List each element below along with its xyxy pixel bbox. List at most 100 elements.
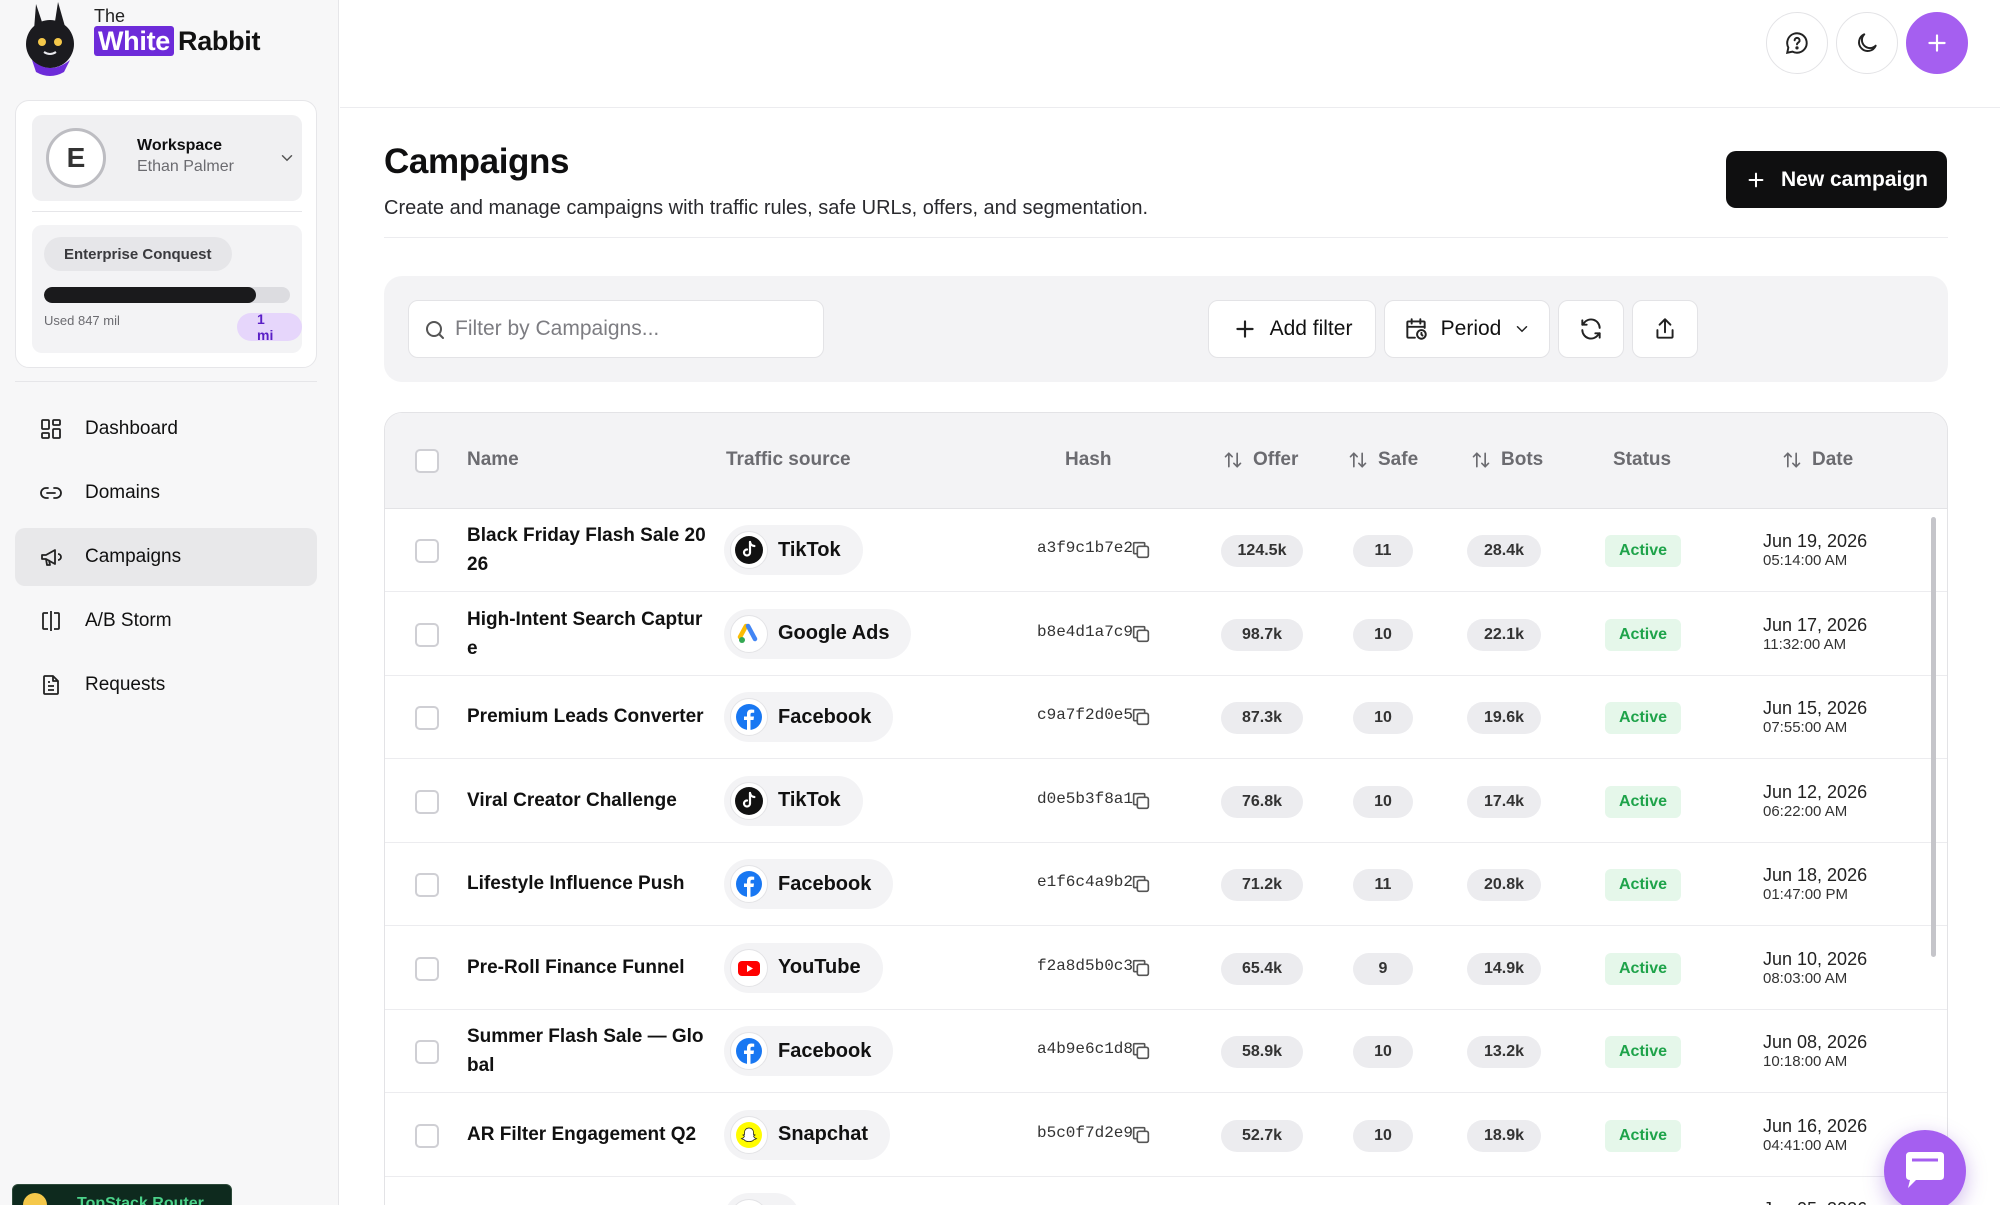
- bots-count: 17.4k: [1467, 785, 1541, 818]
- bots-count: 13.2k: [1467, 1036, 1541, 1068]
- table-row[interactable]: High-Intent Search Capture Google Ads b8e4…: [385, 593, 1947, 676]
- campaign-name[interactable]: Black Friday Flash Sale 2026: [467, 521, 707, 579]
- table-row[interactable]: Performance Max — SuJun 05, 2026: [385, 1177, 1947, 1205]
- help-button[interactable]: [1766, 12, 1828, 74]
- campaign-name[interactable]: Premium Leads Converter: [467, 702, 707, 731]
- campaign-name[interactable]: Summer Flash Sale — Global: [467, 1022, 707, 1080]
- campaign-name[interactable]: Viral Creator Challenge: [467, 786, 707, 815]
- sidebar-item-domains[interactable]: Domains: [15, 464, 317, 522]
- sort-icon: [1472, 452, 1490, 468]
- row-checkbox[interactable]: [415, 789, 439, 814]
- campaign-name[interactable]: Lifestyle Influence Push: [467, 869, 707, 898]
- copy-icon[interactable]: [1130, 873, 1152, 895]
- traffic-source-label: TikTok: [778, 789, 841, 811]
- copy-icon[interactable]: [1130, 623, 1152, 645]
- column-traffic-source[interactable]: Traffic source: [726, 449, 851, 471]
- safe-count: 10: [1353, 785, 1413, 818]
- traffic-source-pill: TikTok: [724, 775, 863, 826]
- column-bots[interactable]: Bots: [1471, 449, 1543, 471]
- column-offer[interactable]: Offer: [1223, 449, 1298, 471]
- refresh-button[interactable]: [1558, 300, 1624, 358]
- workspace-switcher[interactable]: E Workspace Ethan Palmer: [32, 115, 302, 201]
- facebook-icon: [730, 698, 768, 736]
- period-dropdown[interactable]: Period: [1384, 300, 1550, 358]
- bots-count: 22.1k: [1467, 618, 1541, 651]
- sidebar: The White Rabbit E Workspace Ethan Palmer…: [0, 0, 339, 1205]
- table-row[interactable]: Black Friday Flash Sale 2026 TikTok a3f9c1…: [385, 509, 1947, 592]
- status-badge: Active: [1605, 869, 1682, 901]
- new-campaign-label: New campaign: [1780, 167, 1929, 191]
- row-checkbox[interactable]: [415, 1040, 439, 1064]
- bots-count: 18.9k: [1467, 1119, 1541, 1152]
- table-row[interactable]: Lifestyle Influence Push Facebook e1f6c4a9…: [385, 843, 1947, 926]
- table-row[interactable]: Pre-Roll Finance Funnel YouTube f2a8d5b0c3…: [385, 927, 1947, 1010]
- create-button[interactable]: [1906, 12, 1968, 74]
- moon-icon: [1858, 33, 1877, 52]
- brand-logo[interactable]: The White Rabbit: [14, 0, 314, 80]
- campaign-name[interactable]: High-Intent Search Capture: [467, 605, 707, 663]
- safe-count: 11: [1353, 535, 1413, 567]
- table-row[interactable]: Premium Leads Converter Facebook c9a7f2d0e…: [385, 676, 1947, 759]
- traffic-source-pill: Facebook: [724, 859, 894, 909]
- sidebar-item-ab-storm[interactable]: A/B Storm: [15, 592, 317, 650]
- sidebar-item-label: Requests: [85, 674, 166, 695]
- column-name[interactable]: Name: [467, 449, 519, 471]
- copy-icon[interactable]: [1130, 1124, 1152, 1146]
- column-status[interactable]: Status: [1613, 449, 1671, 471]
- copy-icon[interactable]: [1130, 706, 1152, 728]
- campaign-date: Jun 18, 2026 01:47:00 PM: [1763, 865, 1868, 903]
- usage-text: Used 847 mil: [44, 313, 120, 328]
- plus-icon: [1235, 320, 1254, 338]
- row-checkbox[interactable]: [415, 706, 439, 730]
- table-row[interactable]: Summer Flash Sale — Global Facebook a4b9e6…: [385, 1010, 1947, 1093]
- copy-icon[interactable]: [1130, 539, 1152, 561]
- sidebar-item-campaigns[interactable]: Campaigns: [15, 528, 317, 586]
- sort-icon: [1783, 452, 1801, 468]
- copy-icon[interactable]: [1130, 957, 1152, 979]
- row-checkbox[interactable]: [415, 873, 439, 897]
- traffic-source-pill: YouTube: [724, 942, 883, 993]
- row-checkbox[interactable]: [415, 956, 439, 981]
- plan-badge: Enterprise Conquest: [44, 237, 232, 271]
- select-all-checkbox[interactable]: [415, 449, 439, 473]
- chat-widget-button[interactable]: [1884, 1130, 1966, 1205]
- copy-icon[interactable]: [1130, 790, 1152, 812]
- bots-count: 20.8k: [1467, 869, 1541, 901]
- bots-count: 14.9k: [1467, 952, 1541, 985]
- sidebar-item-requests[interactable]: Requests: [15, 656, 317, 714]
- theme-toggle-button[interactable]: [1836, 12, 1898, 74]
- column-date[interactable]: Date: [1782, 449, 1853, 471]
- workspace-card: E Workspace Ethan Palmer Enterprise Conq…: [15, 100, 317, 368]
- campaign-name[interactable]: Pre-Roll Finance Funnel: [467, 953, 707, 982]
- plus-icon: [1748, 172, 1764, 187]
- offer-count: 76.8k: [1221, 785, 1303, 818]
- vertical-scrollbar[interactable]: [1931, 517, 1936, 957]
- column-hash[interactable]: Hash: [1065, 449, 1111, 471]
- offer-count: 71.2k: [1221, 869, 1303, 901]
- table-row[interactable]: Viral Creator Challenge TikTok d0e5b3f8a1 7…: [385, 760, 1947, 843]
- new-campaign-button[interactable]: New campaign: [1726, 151, 1947, 208]
- status-badge: Active: [1605, 702, 1682, 734]
- promo-banner[interactable]: TopStack Router: [12, 1184, 232, 1205]
- safe-count: 11: [1353, 869, 1413, 901]
- status-badge: Active: [1605, 535, 1682, 567]
- copy-icon[interactable]: [1130, 1040, 1152, 1062]
- campaign-name[interactable]: AR Filter Engagement Q2: [467, 1120, 707, 1149]
- add-filter-button[interactable]: Add filter: [1208, 300, 1376, 358]
- search-icon: [426, 321, 444, 339]
- divider: [384, 237, 1948, 238]
- sort-icon: [1349, 452, 1367, 468]
- export-button[interactable]: [1632, 300, 1698, 358]
- row-checkbox[interactable]: [415, 539, 439, 563]
- avatar: E: [46, 128, 106, 188]
- bots-count: 19.6k: [1467, 702, 1541, 734]
- campaign-hash: b5c0f7d2e9: [1036, 1123, 1133, 1142]
- row-checkbox[interactable]: [415, 622, 439, 647]
- sidebar-item-dashboard[interactable]: Dashboard: [15, 400, 317, 458]
- sidebar-item-label: Dashboard: [85, 418, 178, 439]
- offer-count: 124.5k: [1221, 535, 1303, 567]
- search-input[interactable]: [455, 301, 815, 357]
- table-row[interactable]: AR Filter Engagement Q2 Snapchat b5c0f7d2e…: [385, 1094, 1947, 1177]
- column-safe[interactable]: Safe: [1348, 449, 1418, 471]
- row-checkbox[interactable]: [415, 1123, 439, 1148]
